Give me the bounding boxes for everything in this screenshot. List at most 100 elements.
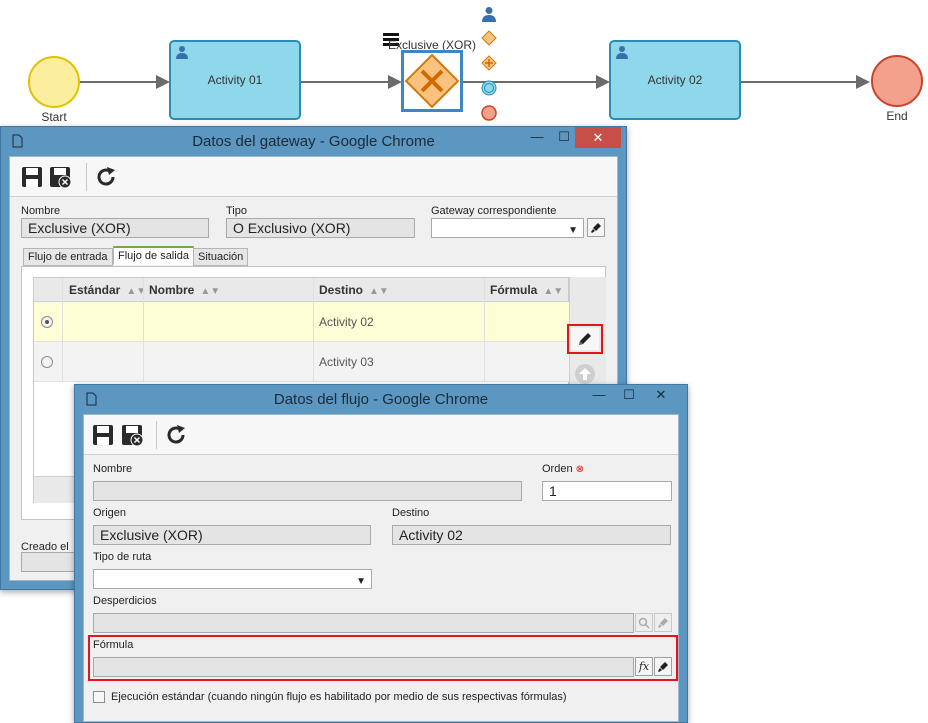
nombre-field[interactable]: Exclusive (XOR) (21, 218, 209, 238)
required-icon: ⊗ (575, 464, 585, 475)
plus-diamond-icon[interactable] (481, 55, 497, 71)
exclusive-gateway-icon[interactable] (404, 53, 460, 109)
save-close-icon[interactable] (48, 165, 72, 189)
task-label: Activity 01 (207, 73, 263, 87)
gateway-diamond-icon[interactable] (481, 30, 497, 46)
col-destino[interactable]: Destino ▲▼ (319, 283, 389, 297)
sort-icon: ▲▼ (543, 286, 564, 297)
edit-button[interactable] (571, 328, 599, 350)
formula-label: Fórmula (93, 639, 134, 651)
save-icon[interactable] (20, 165, 44, 189)
origen-label: Origen (93, 507, 127, 519)
tipo-field[interactable]: O Exclusivo (XOR) (226, 218, 415, 238)
chevron-down-icon: ▼ (356, 576, 366, 587)
pencil-icon (579, 333, 591, 345)
chevron-down-icon: ▼ (568, 225, 578, 236)
column-divider (484, 278, 485, 382)
close-button[interactable]: ✕ (647, 387, 675, 408)
col-formula[interactable]: Fórmula ▲▼ (490, 283, 563, 297)
end-event-icon[interactable] (481, 105, 497, 121)
row-radio-selected[interactable] (41, 316, 53, 328)
intermediate-event-icon[interactable] (481, 80, 497, 96)
tipo-label: Tipo (226, 205, 247, 217)
move-up-icon[interactable] (574, 363, 596, 385)
sequence-flow[interactable] (301, 81, 389, 83)
arrowhead-icon (596, 75, 610, 89)
arrowhead-icon (156, 75, 170, 89)
orden-label: Orden ⊗ (542, 463, 585, 475)
destino-field[interactable]: Activity 02 (392, 525, 671, 545)
end-event[interactable] (871, 55, 923, 107)
start-event-label: Start (41, 110, 67, 124)
tipo-ruta-select[interactable]: ▼ (93, 569, 372, 589)
row-destino: Activity 02 (319, 315, 374, 329)
minimize-button[interactable]: — (585, 387, 613, 408)
sequence-flow[interactable] (741, 81, 857, 83)
formula-editor-button[interactable]: fx (635, 657, 653, 676)
maximize-button[interactable]: ☐ (550, 129, 578, 150)
row-destino: Activity 03 (319, 355, 374, 369)
ejecucion-estandar-label: Ejecución estándar (cuando ningún flujo … (111, 691, 567, 703)
close-button[interactable]: ✕ (575, 127, 621, 148)
nombre-field[interactable] (93, 481, 522, 501)
search-icon (638, 617, 650, 629)
sort-icon: ▲▼ (200, 286, 221, 297)
tipo-ruta-label: Tipo de ruta (93, 551, 152, 563)
col-nombre[interactable]: Nombre ▲▼ (149, 283, 220, 297)
ejecucion-estandar-checkbox[interactable] (93, 691, 105, 703)
nombre-label: Nombre (21, 205, 61, 217)
end-event-label: End (886, 109, 908, 123)
table-row[interactable]: Activity 03 (34, 342, 569, 382)
task-activity-02[interactable]: Activity 02 (609, 40, 741, 120)
refresh-icon[interactable] (94, 165, 118, 189)
nombre-label: Nombre (93, 463, 133, 475)
toolbar-separator (86, 163, 87, 191)
clear-brush-button[interactable] (587, 218, 605, 237)
orden-field[interactable]: 1 (542, 481, 672, 501)
desperdicios-field[interactable] (93, 613, 634, 633)
sequence-flow[interactable] (80, 81, 156, 83)
sort-icon: ▲▼ (369, 286, 389, 297)
row-radio[interactable] (41, 356, 53, 368)
desperdicios-label: Desperdicios (93, 595, 157, 607)
search-button[interactable] (635, 613, 653, 632)
flow-toolbar (84, 415, 678, 455)
grid-header: Estándar ▲▼ Nombre ▲▼ Destino ▲▼ Fórmula ▲▼ (34, 278, 568, 302)
save-close-icon[interactable] (120, 423, 144, 447)
user-icon (176, 46, 188, 59)
clear-brush-button[interactable] (654, 613, 672, 632)
task-label: Activity 02 (647, 73, 703, 87)
formula-field[interactable] (93, 657, 634, 677)
user-icon[interactable] (481, 6, 497, 22)
creado-field[interactable] (21, 552, 81, 572)
col-estandar[interactable]: Estándar ▲▼ (69, 283, 146, 297)
tab-flujo-salida[interactable]: Flujo de salida (113, 246, 194, 265)
toolbar-separator (156, 421, 157, 449)
flow-window-body: Nombre Orden ⊗ 1 Origen Exclusive (XOR) … (83, 414, 679, 722)
clear-brush-button[interactable] (654, 657, 672, 676)
gateway-correspondiente-select[interactable]: ▼ (431, 218, 584, 238)
flow-data-window: Datos del flujo - Google Chrome — ☐ ✕ No… (74, 384, 688, 723)
minimize-button[interactable]: — (523, 129, 551, 150)
refresh-icon[interactable] (164, 423, 188, 447)
maximize-button[interactable]: ☐ (615, 387, 643, 408)
gateway-correspondiente-label: Gateway correspondiente (431, 205, 557, 217)
brush-icon (658, 617, 668, 628)
task-activity-01[interactable]: Activity 01 (169, 40, 301, 120)
gateway-window-titlebar[interactable]: Datos del gateway - Google Chrome — ☐ ✕ (1, 127, 626, 156)
flow-window-titlebar[interactable]: Datos del flujo - Google Chrome — ☐ ✕ (75, 385, 687, 414)
origen-field[interactable]: Exclusive (XOR) (93, 525, 371, 545)
arrowhead-icon (856, 75, 870, 89)
destino-label: Destino (392, 507, 430, 519)
start-event[interactable] (28, 56, 80, 108)
tab-situacion[interactable]: Situación (193, 248, 249, 266)
table-row[interactable]: Activity 02 (34, 302, 569, 342)
save-icon[interactable] (91, 423, 115, 447)
gateway-toolbar (10, 157, 617, 197)
arrowhead-icon (388, 75, 402, 89)
tab-flujo-entrada[interactable]: Flujo de entrada (23, 248, 113, 266)
brush-icon (658, 661, 668, 672)
column-divider (313, 278, 314, 382)
column-divider (143, 278, 144, 382)
column-divider (62, 278, 63, 382)
